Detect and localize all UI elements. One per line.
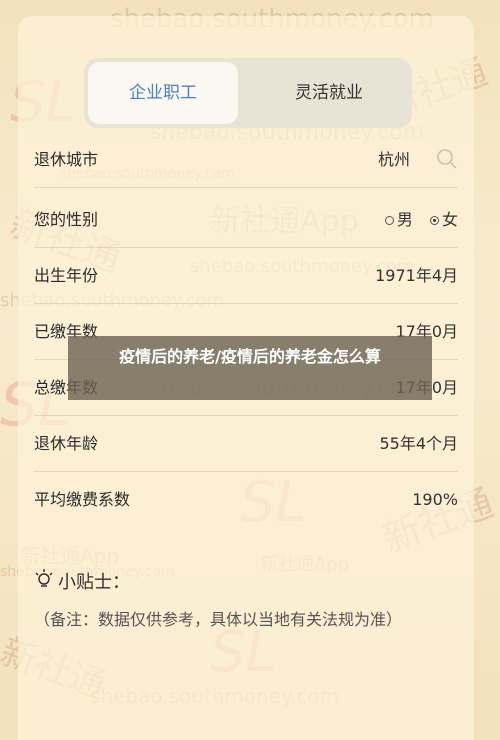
tips-note: （备注：数据仅供参考，具体以当地有关法规为准）: [34, 610, 403, 629]
gender-female-label: 女: [441, 210, 458, 229]
tips-heading: 小贴士：: [34, 568, 130, 598]
retire-city-label: 退休城市: [34, 150, 99, 169]
search-icon[interactable]: [436, 148, 458, 170]
retire-age-row[interactable]: 退休年龄 55年4个月: [34, 416, 458, 472]
retire-city-row[interactable]: 退休城市 杭州: [34, 132, 458, 188]
avg-factor-value[interactable]: 190%: [412, 472, 458, 528]
birth-row[interactable]: 出生年份 1971年4月: [34, 248, 458, 304]
tips-title: 小贴士：: [58, 572, 130, 593]
avg-factor-row[interactable]: 平均缴费系数 190%: [34, 472, 458, 528]
lightbulb-icon: [35, 569, 53, 587]
tab-flexible-employment[interactable]: 灵活就业: [254, 58, 404, 128]
article-title-overlay: 疫情后的养老/疫情后的养老金怎么算: [68, 336, 432, 400]
gender-label: 您的性别: [34, 210, 99, 229]
gender-option-male[interactable]: 男: [384, 210, 418, 229]
avg-factor-label: 平均缴费系数: [34, 490, 131, 509]
gender-male-label: 男: [396, 210, 413, 229]
radio-unchecked-icon: [384, 216, 394, 225]
birth-value[interactable]: 1971年4月: [375, 248, 458, 304]
retire-age-label: 退休年龄: [34, 434, 99, 453]
retire-age-value[interactable]: 55年4个月: [379, 416, 458, 472]
gender-row: 您的性别 男 女: [34, 192, 458, 248]
birth-label: 出生年份: [34, 266, 99, 285]
retire-city-value[interactable]: 杭州: [378, 132, 410, 188]
gender-radio-group: 男 女: [384, 192, 458, 248]
gender-option-female[interactable]: 女: [429, 210, 458, 229]
tab-enterprise-employee[interactable]: 企业职工: [88, 62, 238, 124]
radio-checked-icon: [429, 216, 439, 225]
employment-type-tabs: 企业职工 灵活就业: [84, 58, 412, 128]
